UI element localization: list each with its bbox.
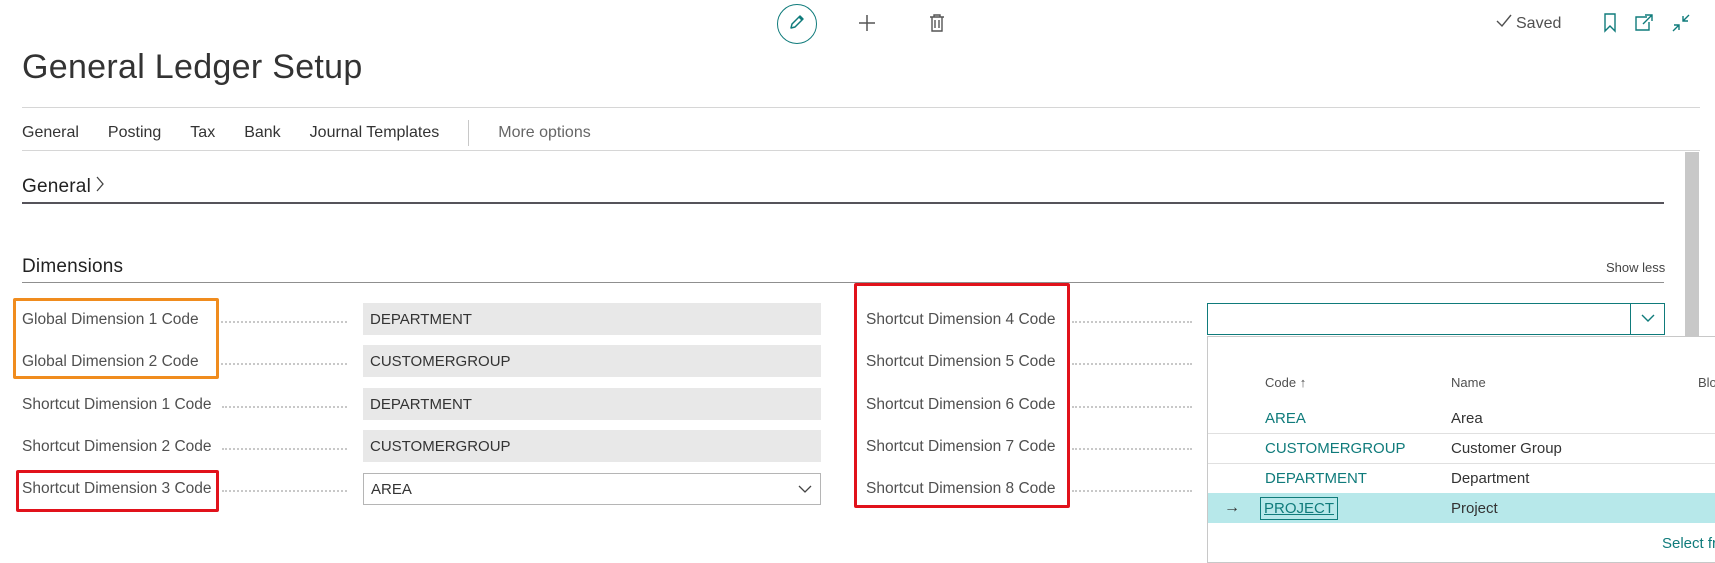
row-indicator-arrow-icon: → bbox=[1224, 499, 1240, 516]
lookup-row-name: Project bbox=[1451, 499, 1498, 517]
column-header-code-label: Code bbox=[1265, 375, 1297, 390]
tab-bank[interactable]: Bank bbox=[244, 124, 280, 142]
field-leader bbox=[222, 448, 347, 450]
shortcut-dimension-6-label: Shortcut Dimension 6 Code bbox=[866, 396, 1056, 413]
show-less-link[interactable]: Show less bbox=[1606, 260, 1665, 275]
lookup-row-name: Customer Group bbox=[1451, 439, 1562, 457]
section-title: General bbox=[22, 175, 91, 197]
column-header-name[interactable]: Name bbox=[1451, 375, 1486, 390]
divider bbox=[22, 150, 1700, 151]
open-new-window-icon bbox=[1634, 13, 1654, 37]
edit-button[interactable] bbox=[777, 4, 817, 44]
open-new-window-button[interactable] bbox=[1631, 12, 1657, 38]
lookup-row-selected[interactable]: → PROJECT Project bbox=[1208, 493, 1715, 523]
field-leader bbox=[1072, 490, 1192, 492]
page-title: General Ledger Setup bbox=[22, 48, 363, 86]
field-leader bbox=[217, 363, 347, 365]
shortcut-dimension-2-label: Shortcut Dimension 2 Code bbox=[22, 438, 212, 455]
new-button[interactable] bbox=[854, 12, 880, 38]
lookup-row-code[interactable]: AREA bbox=[1265, 410, 1306, 427]
column-header-blocked[interactable]: Blo bbox=[1698, 375, 1715, 390]
general-section-header[interactable]: General bbox=[22, 175, 105, 198]
lookup-row-code-focused[interactable]: PROJECT bbox=[1260, 496, 1339, 520]
lookup-row-code[interactable]: PROJECT bbox=[1260, 496, 1339, 520]
field-leader bbox=[217, 321, 347, 323]
delete-button[interactable] bbox=[924, 12, 950, 38]
dimension-lookup-panel: Code ↑ Name Blo AREA Area CUSTOMERGROUP … bbox=[1207, 336, 1715, 563]
collapse-button[interactable] bbox=[1668, 12, 1694, 38]
saved-label: Saved bbox=[1516, 14, 1562, 32]
lookup-row[interactable]: AREA Area bbox=[1208, 403, 1715, 433]
bookmark-button[interactable] bbox=[1597, 12, 1623, 38]
tab-journal-templates[interactable]: Journal Templates bbox=[310, 124, 440, 142]
tab-general[interactable]: General bbox=[22, 124, 79, 142]
shortcut-dimension-1-label: Shortcut Dimension 1 Code bbox=[22, 396, 212, 413]
shortcut-dimension-1-field[interactable]: DEPARTMENT bbox=[363, 388, 821, 420]
sort-ascending-icon: ↑ bbox=[1299, 375, 1307, 390]
shortcut-dimension-5-label: Shortcut Dimension 5 Code bbox=[866, 353, 1056, 370]
shortcut-dimension-4-label: Shortcut Dimension 4 Code bbox=[866, 311, 1056, 328]
chevron-down-icon bbox=[1641, 310, 1655, 328]
collapse-icon bbox=[1671, 13, 1691, 38]
tab-posting[interactable]: Posting bbox=[108, 124, 161, 142]
field-leader bbox=[1072, 406, 1192, 408]
lookup-row[interactable]: CUSTOMERGROUP Customer Group bbox=[1208, 433, 1715, 463]
select-value: AREA bbox=[371, 480, 412, 498]
column-header-code[interactable]: Code ↑ bbox=[1265, 375, 1306, 390]
lookup-row-name: Department bbox=[1451, 469, 1530, 487]
saved-status: Saved bbox=[1496, 14, 1561, 33]
field-leader bbox=[222, 406, 347, 408]
bookmark-icon bbox=[1603, 12, 1617, 38]
trash-icon bbox=[928, 13, 946, 38]
lookup-row-name: Area bbox=[1451, 409, 1483, 427]
plus-icon bbox=[857, 13, 877, 38]
checkmark-icon bbox=[1496, 14, 1512, 33]
divider bbox=[22, 107, 1700, 108]
dropdown-toggle-button[interactable] bbox=[1630, 304, 1664, 334]
field-leader bbox=[222, 490, 347, 492]
tab-tax[interactable]: Tax bbox=[190, 124, 215, 142]
global-dimension-1-field[interactable]: DEPARTMENT bbox=[363, 303, 821, 335]
lookup-row[interactable]: DEPARTMENT Department bbox=[1208, 463, 1715, 493]
more-options-button[interactable]: More options bbox=[498, 124, 591, 142]
section-divider bbox=[22, 282, 1664, 283]
lookup-row-code[interactable]: CUSTOMERGROUP bbox=[1265, 440, 1406, 457]
shortcut-dimension-8-label: Shortcut Dimension 8 Code bbox=[866, 480, 1056, 497]
shortcut-dimension-7-label: Shortcut Dimension 7 Code bbox=[866, 438, 1056, 455]
shortcut-dimension-4-input[interactable] bbox=[1207, 303, 1665, 335]
lookup-row-code[interactable]: DEPARTMENT bbox=[1265, 470, 1367, 487]
chevron-down-icon bbox=[798, 481, 812, 498]
chevron-right-icon bbox=[95, 175, 105, 198]
highlight-box-orange bbox=[13, 298, 219, 379]
field-leader bbox=[1072, 363, 1192, 365]
tab-separator bbox=[468, 120, 470, 146]
select-from-full-list-link[interactable]: Select fr bbox=[1662, 535, 1715, 552]
shortcut-dimension-2-field[interactable]: CUSTOMERGROUP bbox=[363, 430, 821, 462]
action-tabs: General Posting Tax Bank Journal Templat… bbox=[22, 120, 591, 146]
section-divider bbox=[22, 202, 1664, 204]
field-leader bbox=[1072, 448, 1192, 450]
highlight-box-red bbox=[16, 470, 219, 512]
shortcut-dimension-3-select[interactable]: AREA bbox=[363, 473, 821, 505]
pencil-icon bbox=[788, 13, 806, 36]
field-leader bbox=[1072, 321, 1192, 323]
dimensions-section-header[interactable]: Dimensions bbox=[22, 256, 123, 278]
global-dimension-2-field[interactable]: CUSTOMERGROUP bbox=[363, 345, 821, 377]
